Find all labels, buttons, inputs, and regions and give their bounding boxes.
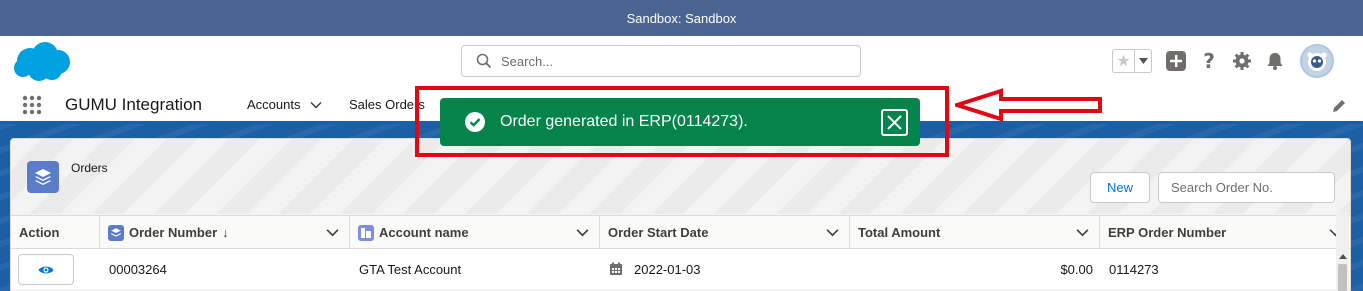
global-create-button[interactable] <box>1166 51 1186 71</box>
column-label: Total Amount <box>858 225 941 240</box>
chevron-down-icon[interactable] <box>1076 226 1089 239</box>
column-label: Order Number <box>129 225 218 240</box>
cell-account-name: GTA Test Account <box>359 261 462 277</box>
order-start-date-value: 2022-01-03 <box>634 261 701 277</box>
toast-message: Order generated in ERP(0114273). <box>500 113 748 130</box>
close-icon <box>887 115 902 130</box>
view-order-button[interactable] <box>18 254 74 285</box>
global-header: Search... ★ ? <box>0 36 1363 86</box>
global-search-placeholder: Search... <box>501 53 554 69</box>
help-icon: ? <box>1203 51 1215 71</box>
layers-icon <box>35 169 51 185</box>
orders-list-card: Orders New Search Order No. Action Order… <box>10 138 1351 291</box>
cell-order-start-date: 2022-01-03 <box>609 249 849 289</box>
column-header-order-number[interactable]: Order Number ↓ <box>100 216 350 249</box>
table-row: 00003264 GTA Test Account 2022-01-03 $0.… <box>11 249 1350 289</box>
eye-icon <box>38 266 54 273</box>
sandbox-banner: Sandbox: Sandbox <box>0 0 1363 36</box>
search-order-input[interactable]: Search Order No. <box>1158 172 1335 203</box>
nav-item-sales-orders[interactable]: Sales Orders <box>349 97 425 112</box>
star-icon[interactable]: ★ <box>1113 50 1135 72</box>
favorites-menu-button[interactable] <box>1135 50 1151 72</box>
setup-button[interactable] <box>1232 51 1252 71</box>
chevron-down-icon[interactable] <box>826 226 839 239</box>
column-label: Order Start Date <box>608 225 709 240</box>
cell-total-amount: $0.00 <box>1060 261 1093 277</box>
chevron-down-icon[interactable] <box>326 226 339 239</box>
column-label-wrap: Account name <box>350 224 469 241</box>
cell-order-number: 00003264 <box>109 261 167 277</box>
layers-icon <box>108 224 124 241</box>
search-order-placeholder: Search Order No. <box>1171 180 1273 195</box>
avatar[interactable] <box>1300 44 1334 78</box>
card-title: Orders <box>71 161 108 175</box>
column-header-action: Action <box>11 216 100 249</box>
table-header-row: Action Order Number ↓ Account name Order… <box>11 215 1350 249</box>
column-label-wrap: Order Number ↓ <box>100 224 229 241</box>
column-header-order-start-date[interactable]: Order Start Date <box>600 216 850 249</box>
search-icon <box>476 53 492 69</box>
new-order-button[interactable]: New <box>1090 172 1150 203</box>
column-label: ERP Order Number <box>1108 225 1227 240</box>
plus-icon <box>1166 51 1186 71</box>
toast-close-button[interactable] <box>881 109 908 136</box>
column-header-account-name[interactable]: Account name <box>350 216 600 249</box>
column-header-erp-order-number[interactable]: ERP Order Number <box>1100 216 1350 249</box>
sort-arrow-icon: ↓ <box>222 225 229 240</box>
svg-text:?: ? <box>1203 51 1215 71</box>
nav-item-label: Accounts <box>247 97 301 112</box>
header-utility-icons: ★ ? <box>1112 44 1334 78</box>
orders-layers-icon <box>27 161 59 193</box>
app-launcher-icon[interactable] <box>22 95 42 115</box>
gear-icon <box>1233 52 1251 70</box>
new-button-label: New <box>1106 180 1133 195</box>
nav-item-label: Sales Orders <box>349 97 425 112</box>
column-header-total-amount[interactable]: Total Amount <box>850 216 1100 249</box>
bell-icon <box>1267 53 1283 70</box>
global-search-input[interactable]: Search... <box>461 45 861 77</box>
annotation-arrow-icon <box>955 88 1102 122</box>
success-toast: Order generated in ERP(0114273). <box>440 98 920 146</box>
account-icon <box>358 224 374 241</box>
scrollbar[interactable] <box>1336 212 1349 291</box>
nav-item-accounts[interactable]: Accounts <box>247 97 323 112</box>
favorites-button[interactable]: ★ <box>1112 49 1152 73</box>
app-name: GUMU Integration <box>65 95 202 114</box>
scroll-up-arrow-icon[interactable] <box>1339 254 1347 259</box>
sandbox-banner-text: Sandbox: Sandbox <box>626 10 737 26</box>
scrollbar-thumb[interactable] <box>1338 264 1347 291</box>
salesforce-cloud-icon[interactable] <box>12 41 72 83</box>
notifications-button[interactable] <box>1265 51 1285 71</box>
success-check-icon <box>465 112 485 132</box>
chevron-down-icon[interactable] <box>310 99 323 111</box>
edit-nav-pencil-icon[interactable] <box>1331 98 1347 114</box>
column-label: Account name <box>379 225 469 240</box>
cell-erp-order-number: 0114273 <box>1109 261 1159 277</box>
help-button[interactable]: ? <box>1199 51 1219 71</box>
astro-avatar-icon <box>1307 52 1327 71</box>
calendar-icon <box>610 262 622 275</box>
column-label: Action <box>19 225 60 240</box>
chevron-down-icon <box>1138 57 1148 64</box>
chevron-down-icon[interactable] <box>576 226 589 239</box>
cell-action <box>11 249 100 289</box>
